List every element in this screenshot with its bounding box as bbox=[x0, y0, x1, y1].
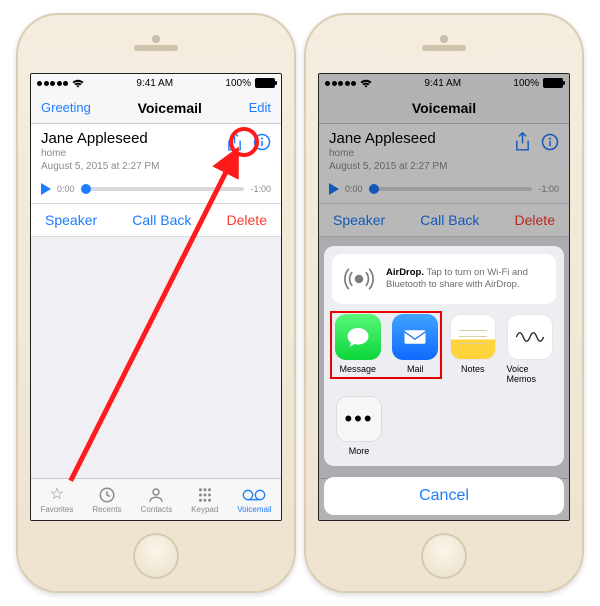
tab-recents[interactable]: Recents bbox=[92, 486, 121, 514]
delete-button[interactable]: Delete bbox=[227, 212, 267, 228]
share-app-voicememos[interactable]: Voice Memos bbox=[507, 314, 555, 384]
caller-line: home bbox=[41, 147, 226, 160]
share-cancel[interactable]: Cancel bbox=[324, 477, 564, 515]
share-sheet-overlay: AirDrop. Tap to turn on Wi-Fi and Blueto… bbox=[319, 74, 569, 520]
more-icon: ••• bbox=[336, 396, 382, 442]
tab-contacts[interactable]: Contacts bbox=[141, 486, 173, 514]
home-button[interactable] bbox=[421, 533, 467, 579]
star-icon: ☆ bbox=[50, 486, 64, 504]
status-time: 9:41 AM bbox=[136, 78, 173, 89]
screen-left: 9:41 AM 100% Greeting Voicemail Edit Jan… bbox=[30, 73, 282, 521]
device-speaker bbox=[134, 45, 178, 51]
nav-greeting[interactable]: Greeting bbox=[41, 100, 91, 115]
voicemail-timestamp: August 5, 2015 at 2:27 PM bbox=[41, 160, 226, 173]
device-speaker bbox=[422, 45, 466, 51]
iphone-left: 9:41 AM 100% Greeting Voicemail Edit Jan… bbox=[16, 13, 296, 593]
device-camera bbox=[440, 35, 448, 43]
status-bar: 9:41 AM 100% bbox=[31, 74, 281, 92]
battery-icon bbox=[255, 78, 275, 88]
nav-title: Voicemail bbox=[138, 100, 202, 116]
tab-voicemail[interactable]: Voicemail bbox=[237, 486, 271, 514]
airdrop-row[interactable]: AirDrop. Tap to turn on Wi-Fi and Blueto… bbox=[332, 254, 556, 304]
notes-icon bbox=[450, 314, 496, 360]
battery-pct: 100% bbox=[225, 78, 251, 89]
caller-name: Jane Appleseed bbox=[41, 130, 226, 147]
callback-button[interactable]: Call Back bbox=[132, 212, 191, 228]
device-camera bbox=[152, 35, 160, 43]
airdrop-text: AirDrop. Tap to turn on Wi-Fi and Blueto… bbox=[386, 267, 546, 292]
nav-bar: Greeting Voicemail Edit bbox=[31, 92, 281, 124]
screen-right: 9:41 AM 100% Voicemail Jane Appleseed ho… bbox=[318, 73, 570, 521]
share-sheet: AirDrop. Tap to turn on Wi-Fi and Blueto… bbox=[324, 246, 564, 466]
wifi-icon bbox=[72, 78, 84, 88]
share-app-notes[interactable]: Notes bbox=[449, 314, 497, 384]
remaining-time: -1:00 bbox=[250, 184, 271, 194]
annotation-box bbox=[330, 311, 442, 379]
elapsed-time: 0:00 bbox=[57, 184, 75, 194]
keypad-icon bbox=[196, 486, 214, 504]
tab-favorites[interactable]: ☆ Favorites bbox=[40, 486, 73, 514]
clock-icon bbox=[98, 486, 116, 504]
voicememos-icon bbox=[507, 314, 553, 360]
play-button[interactable] bbox=[41, 183, 51, 195]
share-more[interactable]: ••• More bbox=[334, 396, 384, 456]
scrubber[interactable] bbox=[81, 187, 245, 191]
speaker-button[interactable]: Speaker bbox=[45, 212, 97, 228]
iphone-right: 9:41 AM 100% Voicemail Jane Appleseed ho… bbox=[304, 13, 584, 593]
nav-edit[interactable]: Edit bbox=[249, 100, 271, 115]
contact-icon bbox=[147, 486, 165, 504]
airdrop-icon bbox=[342, 262, 376, 296]
tab-keypad[interactable]: Keypad bbox=[191, 486, 218, 514]
signal-icon bbox=[37, 81, 68, 86]
home-button[interactable] bbox=[133, 533, 179, 579]
voicemail-actions: Speaker Call Back Delete bbox=[31, 204, 281, 237]
scrubber-thumb[interactable] bbox=[81, 184, 91, 194]
voicemail-icon bbox=[242, 486, 266, 504]
annotation-circle bbox=[229, 127, 259, 157]
tab-bar: ☆ Favorites Recents Contacts Keypad Voic… bbox=[31, 478, 281, 520]
